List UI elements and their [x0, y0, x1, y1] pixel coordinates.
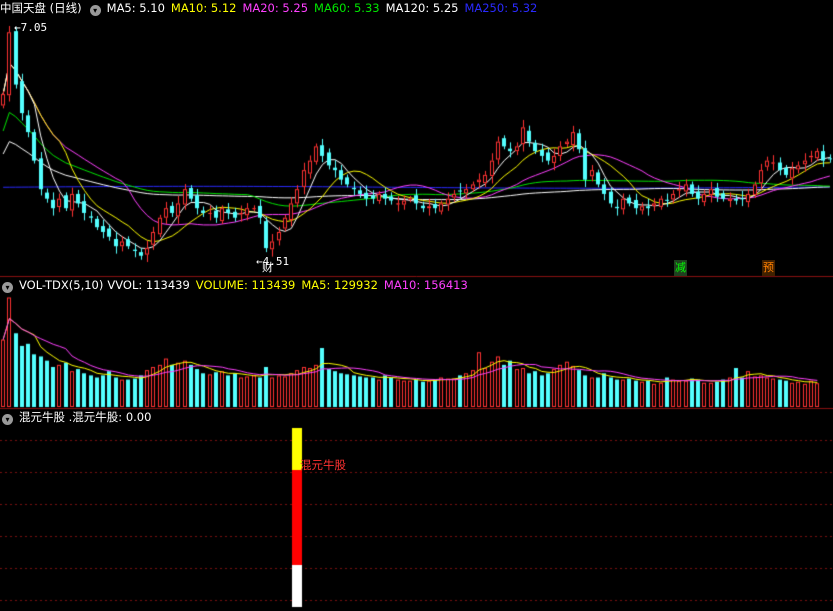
- signal-label: 混元牛股: [300, 458, 346, 472]
- volume-title: VOL-TDX(5,10): [19, 278, 104, 292]
- price-panel-header: 中国天盘 (日线) ▾ MA5: 5.10 MA10: 5.12 MA20: 5.25 M…: [0, 0, 549, 16]
- vol-legend-item: VVOL: 113439: [107, 278, 190, 292]
- volume-legend: VVOL: 113439 VOLUME: 113439 MA5: 129932 MA1…: [107, 278, 473, 292]
- ma-legend-item: MA20: 5.25: [242, 1, 309, 15]
- event-marker[interactable]: 减: [674, 260, 687, 276]
- stock-chart-canvas[interactable]: [0, 0, 833, 611]
- vol-legend-item: VOLUME: 113439: [195, 278, 296, 292]
- high-price-label: ←7.05: [14, 21, 48, 34]
- ma-legend-item: MA250: 5.32: [464, 1, 538, 15]
- volume-settings-circle-icon[interactable]: ▾: [2, 282, 13, 293]
- event-marker[interactable]: 预: [762, 260, 775, 276]
- ma-legend: MA5: 5.10 MA10: 5.12 MA20: 5.25 MA60: 5.33 M…: [107, 1, 544, 15]
- volume-panel-header: ▾ VOL-TDX(5,10) VVOL: 113439 VOLUME: 113439…: [0, 277, 480, 293]
- indicator-title: 混元牛股 .混元牛股: 0.00: [19, 410, 152, 424]
- indicator-panel-header: ▾ 混元牛股 .混元牛股: 0.00: [0, 409, 157, 425]
- vol-legend-item: MA5: 129932: [301, 278, 378, 292]
- settings-circle-icon[interactable]: ▾: [89, 5, 101, 16]
- ma-legend-item: MA10: 5.12: [170, 1, 237, 15]
- ma-legend-item: MA5: 5.10: [106, 1, 165, 15]
- vol-legend-item: MA10: 156413: [383, 278, 468, 292]
- event-marker[interactable]: 财: [261, 260, 274, 276]
- ma-legend-item: MA60: 5.33: [314, 1, 380, 15]
- chart-title: 中国天盘 (日线): [0, 1, 82, 15]
- indicator-settings-circle-icon[interactable]: ▾: [2, 414, 13, 425]
- ma-legend-item: MA120: 5.25: [385, 1, 459, 15]
